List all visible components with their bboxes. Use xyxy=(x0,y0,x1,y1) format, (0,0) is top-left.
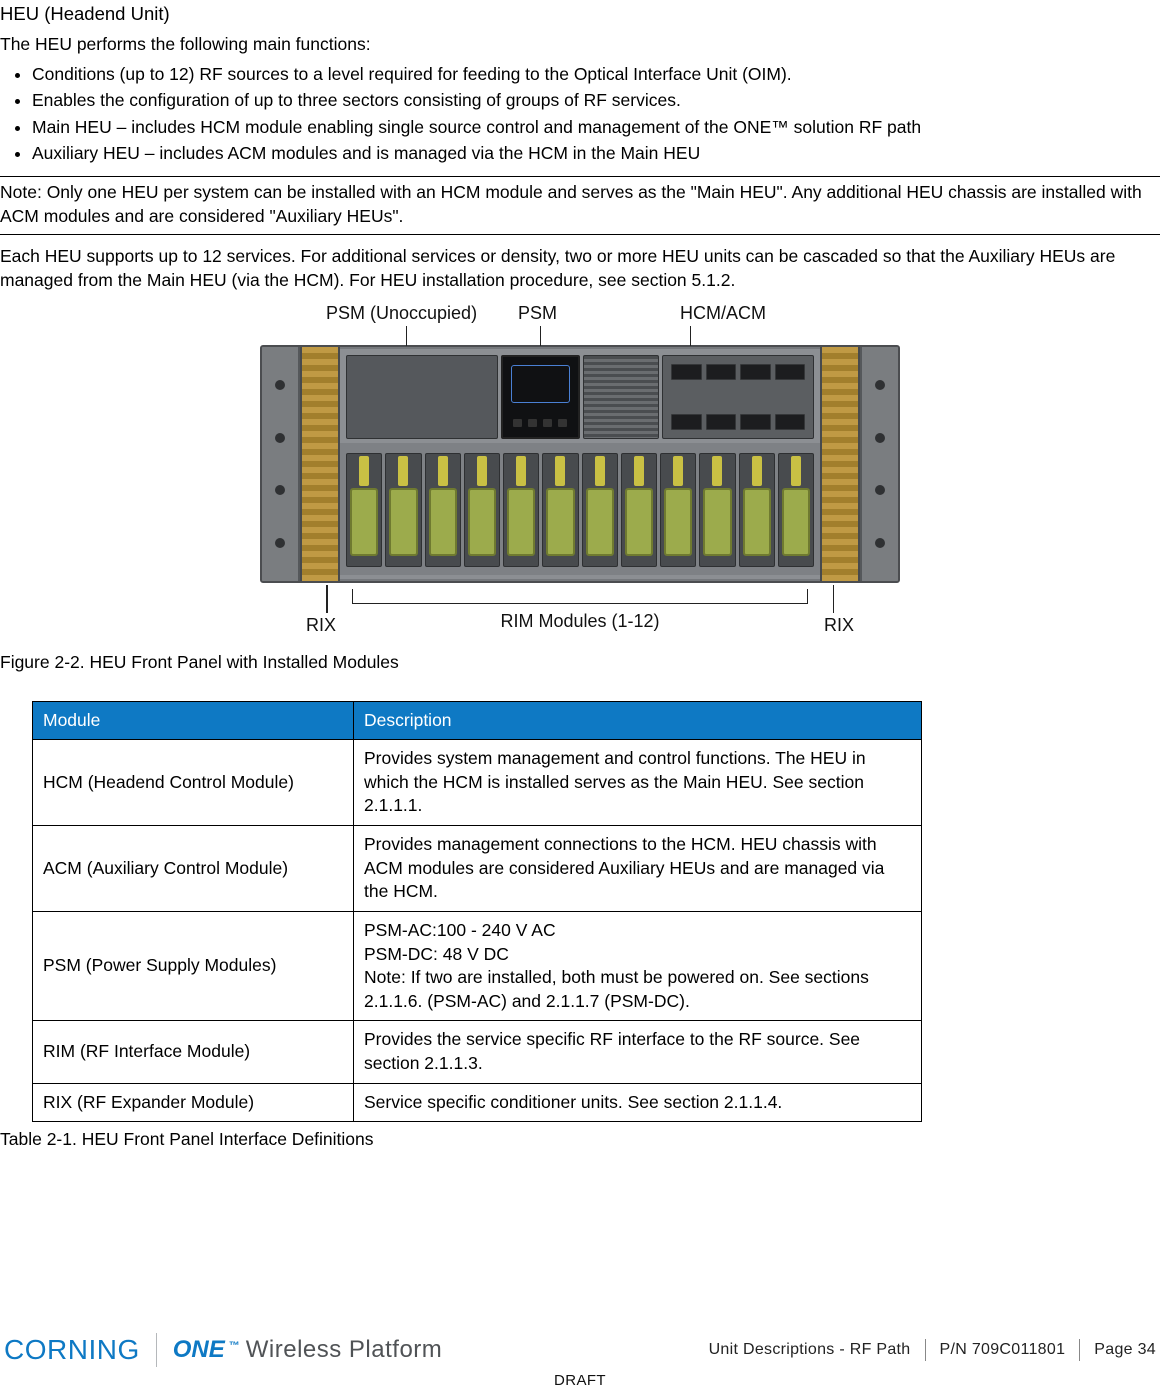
rim-slot xyxy=(739,453,775,567)
leader-line xyxy=(690,326,691,346)
table-header-module: Module xyxy=(33,701,354,740)
bracket-line xyxy=(352,589,808,604)
table-row: PSM (Power Supply Modules) PSM-AC:100 - … xyxy=(33,911,922,1021)
body-paragraph: Each HEU supports up to 12 services. For… xyxy=(0,245,1160,292)
table-cell-module: RIX (RF Expander Module) xyxy=(33,1083,354,1122)
rack-ear xyxy=(262,347,300,581)
list-item: Main HEU – includes HCM module enabling … xyxy=(32,116,1160,140)
callout-rim-modules: RIM Modules (1-12) xyxy=(500,609,659,633)
rim-slot xyxy=(385,453,421,567)
rim-slot xyxy=(425,453,461,567)
divider xyxy=(1079,1339,1080,1361)
rim-slot xyxy=(660,453,696,567)
callout-psm: PSM xyxy=(518,301,680,325)
table-cell-module: RIM (RF Interface Module) xyxy=(33,1021,354,1083)
leader-line xyxy=(326,585,328,613)
table-cell-description: PSM-AC:100 - 240 V AC PSM-DC: 48 V DC No… xyxy=(354,911,922,1021)
brand-one: ONE xyxy=(173,1334,225,1366)
psm-module xyxy=(501,355,580,439)
brand-subtitle: Wireless Platform xyxy=(246,1334,443,1366)
table-cell-module: ACM (Auxiliary Control Module) xyxy=(33,826,354,912)
rim-slot xyxy=(346,453,382,567)
table-cell-description: Provides the service specific RF interfa… xyxy=(354,1021,922,1083)
table-cell-description: Provides system management and control f… xyxy=(354,740,922,826)
brand-one-wireless-platform: ONE ™ Wireless Platform xyxy=(173,1334,443,1366)
rim-slot xyxy=(621,453,657,567)
list-item: Enables the configuration of up to three… xyxy=(32,89,1160,113)
rim-slot xyxy=(503,453,539,567)
footer-section: Unit Descriptions - RF Path xyxy=(709,1339,911,1361)
leader-line xyxy=(833,585,835,613)
callout-hcm-acm: HCM/ACM xyxy=(680,301,766,325)
rim-slot xyxy=(582,453,618,567)
table-caption: Table 2-1. HEU Front Panel Interface Def… xyxy=(0,1128,1160,1152)
rix-module-left xyxy=(300,347,340,581)
hcm-acm-module xyxy=(662,355,814,439)
table-row: RIX (RF Expander Module) Service specifi… xyxy=(33,1083,922,1122)
table-row: RIM (RF Interface Module) Provides the s… xyxy=(33,1021,922,1083)
intro-paragraph: The HEU performs the following main func… xyxy=(0,33,1160,57)
divider xyxy=(156,1333,157,1367)
callout-psm-unoccupied: PSM (Unoccupied) xyxy=(326,301,518,325)
rim-slot xyxy=(778,453,814,567)
callout-rix-right: RIX xyxy=(824,613,854,637)
trademark-symbol: ™ xyxy=(229,1339,240,1354)
table-cell-module: PSM (Power Supply Modules) xyxy=(33,911,354,1021)
vent-panel xyxy=(583,355,660,439)
figure: PSM (Unoccupied) PSM HCM/ACM xyxy=(260,301,900,641)
list-item: Auxiliary HEU – includes ACM modules and… xyxy=(32,142,1160,166)
footer-page-number: Page 34 xyxy=(1094,1339,1156,1361)
leader-line xyxy=(540,326,541,346)
table-row: ACM (Auxiliary Control Module) Provides … xyxy=(33,826,922,912)
rim-slot xyxy=(699,453,735,567)
table-cell-module: HCM (Headend Control Module) xyxy=(33,740,354,826)
section-title: HEU (Headend Unit) xyxy=(0,0,1160,33)
rix-module-right xyxy=(820,347,860,581)
figure-caption: Figure 2-2. HEU Front Panel with Install… xyxy=(0,651,1160,675)
leader-line xyxy=(406,326,407,346)
note-text: Note: Only one HEU per system can be ins… xyxy=(0,182,1142,226)
divider xyxy=(925,1339,926,1361)
footer-part-number: P/N 709C011801 xyxy=(940,1339,1066,1361)
page-footer: CORNING ONE ™ Wireless Platform Unit Desc… xyxy=(0,1331,1160,1399)
table-cell-description: Service specific conditioner units. See … xyxy=(354,1083,922,1122)
footer-draft-label: DRAFT xyxy=(4,1371,1156,1391)
brand-corning-logo: CORNING xyxy=(4,1331,140,1369)
rack-ear xyxy=(860,347,898,581)
heu-chassis-illustration xyxy=(260,345,900,583)
rim-slot xyxy=(542,453,578,567)
list-item: Conditions (up to 12) RF sources to a le… xyxy=(32,63,1160,87)
psm-unoccupied-slot xyxy=(346,355,498,439)
table-row: HCM (Headend Control Module) Provides sy… xyxy=(33,740,922,826)
table-header-description: Description xyxy=(354,701,922,740)
module-table: Module Description HCM (Headend Control … xyxy=(32,701,922,1123)
note-box: Note: Only one HEU per system can be ins… xyxy=(0,176,1160,235)
rim-slot xyxy=(464,453,500,567)
table-cell-description: Provides management connections to the H… xyxy=(354,826,922,912)
callout-rix-left: RIX xyxy=(306,613,336,637)
function-list: Conditions (up to 12) RF sources to a le… xyxy=(0,63,1160,167)
